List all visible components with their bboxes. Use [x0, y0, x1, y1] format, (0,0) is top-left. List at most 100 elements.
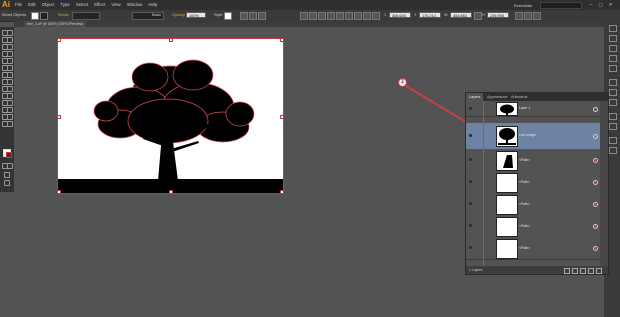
path-name[interactable]: <Path>	[519, 202, 530, 206]
selection-handle[interactable]	[169, 38, 173, 42]
opacity-field[interactable]: 100%	[186, 12, 206, 18]
path-row[interactable]: <Path>	[466, 237, 600, 260]
target-icon[interactable]	[593, 134, 598, 139]
y-field[interactable]: 176.213 mm	[419, 12, 441, 24]
menu-view[interactable]: View	[111, 0, 120, 10]
artboard[interactable]	[57, 38, 284, 194]
menu-help[interactable]: Help	[148, 0, 157, 10]
direct-selection-tool-icon[interactable]	[7, 30, 13, 36]
menu-window[interactable]: Window	[127, 0, 143, 10]
eraser-tool-icon[interactable]	[7, 65, 13, 71]
h-field[interactable]: 239.998 mm	[487, 12, 509, 24]
x-field[interactable]: 306.645 mm	[389, 12, 411, 24]
tab-artboards[interactable]: Artboards	[508, 93, 530, 101]
path-row[interactable]: <Path>	[466, 193, 600, 216]
graphic-styles-panel-icon[interactable]	[609, 123, 617, 130]
path-name[interactable]: <Path>	[519, 158, 530, 162]
layer-name[interactable]: Layer 1	[519, 106, 530, 110]
zoom-tool-icon[interactable]	[7, 121, 13, 127]
stroke-weight-field[interactable]	[72, 12, 100, 20]
distribute-icon-8[interactable]	[363, 12, 371, 20]
stroke-label[interactable]: Stroke	[58, 13, 69, 17]
selection-handle[interactable]	[57, 190, 61, 194]
transparency-panel-icon[interactable]	[609, 99, 617, 106]
visibility-eye-icon[interactable]	[469, 134, 472, 137]
color-panel-icon[interactable]	[609, 25, 617, 32]
maximize-button[interactable]: ▢	[599, 2, 603, 8]
distribute-icon-3[interactable]	[318, 12, 326, 20]
tree-silhouette[interactable]	[58, 39, 283, 193]
perspective-grid-tool-icon[interactable]	[7, 86, 13, 92]
blend-tool-icon[interactable]	[7, 100, 13, 106]
gradient-mode-icon[interactable]	[7, 163, 13, 169]
color-guide-panel-icon[interactable]	[609, 35, 617, 42]
free-transform-tool-icon[interactable]	[7, 79, 13, 85]
path-name[interactable]: <Path>	[519, 224, 530, 228]
document-tab[interactable]: tree_1.ai* @ 100% (CMYK/Preview)	[24, 21, 87, 27]
opacity-label[interactable]: Opacity	[172, 13, 185, 17]
slice-tool-icon[interactable]	[7, 114, 13, 120]
screen-mode-icon[interactable]	[4, 180, 10, 186]
isolate-icon[interactable]	[524, 12, 532, 20]
style-swatch[interactable]	[224, 12, 232, 20]
artboards-panel-icon[interactable]	[609, 147, 617, 154]
path-row[interactable]: <Path>	[466, 215, 600, 238]
distribute-icon-9[interactable]	[372, 12, 380, 20]
visibility-eye-icon[interactable]	[469, 224, 472, 227]
layers-panel-icon[interactable]	[609, 137, 617, 144]
w-field[interactable]: 453.683 mm	[450, 12, 472, 24]
brushes-panel-icon[interactable]	[609, 55, 617, 62]
gradient-panel-icon[interactable]	[609, 89, 617, 96]
menu-effect[interactable]: Effect	[94, 0, 105, 10]
selection-handle[interactable]	[57, 115, 61, 119]
selection-handle[interactable]	[280, 190, 284, 194]
link-icon[interactable]	[474, 12, 482, 20]
menu-edit[interactable]: Edit	[28, 0, 36, 10]
selection-handle[interactable]	[280, 115, 284, 119]
distribute-icon-6[interactable]	[345, 12, 353, 20]
make-clipping-mask-icon[interactable]	[572, 268, 578, 274]
layer-row[interactable]: Layer 1	[466, 101, 600, 117]
draw-mode-icon[interactable]	[4, 172, 10, 178]
panel-scrollbar[interactable]	[600, 101, 608, 266]
stroke-color-icon[interactable]	[6, 152, 12, 158]
menu-select[interactable]: Select	[76, 0, 88, 10]
panel-menu-icon[interactable]	[533, 12, 541, 20]
new-layer-icon[interactable]	[588, 268, 594, 274]
appearance-panel-icon[interactable]	[609, 113, 617, 120]
minimize-button[interactable]: –	[590, 2, 593, 8]
search-input[interactable]	[540, 2, 582, 9]
path-row[interactable]: <Path>	[466, 171, 600, 194]
lasso-tool-icon[interactable]	[7, 37, 13, 43]
graph-tool-icon[interactable]	[7, 107, 13, 113]
visibility-eye-icon[interactable]	[469, 107, 472, 110]
align-center-icon[interactable]	[249, 12, 257, 20]
align-left-icon[interactable]	[240, 12, 248, 20]
pencil-tool-icon[interactable]	[7, 58, 13, 64]
tab-appearance[interactable]: Appearance	[484, 93, 510, 101]
align-right-icon[interactable]	[258, 12, 266, 20]
transform-icon[interactable]	[515, 12, 523, 20]
visibility-eye-icon[interactable]	[469, 180, 472, 183]
selection-handle[interactable]	[169, 190, 173, 194]
menu-file[interactable]: File	[15, 0, 22, 10]
type-tool-icon[interactable]	[7, 44, 13, 50]
brush-label[interactable]: Basic	[152, 13, 161, 17]
menu-type[interactable]: Type	[60, 0, 70, 10]
symbols-panel-icon[interactable]	[609, 65, 617, 72]
distribute-icon-4[interactable]	[327, 12, 335, 20]
visibility-eye-icon[interactable]	[469, 246, 472, 249]
selection-handle[interactable]	[57, 38, 61, 42]
close-button[interactable]: ✕	[609, 2, 613, 8]
swatches-panel-icon[interactable]	[609, 45, 617, 52]
path-name[interactable]: <Path>	[519, 180, 530, 184]
locate-object-icon[interactable]	[564, 268, 570, 274]
workspace-switcher[interactable]: Essentials	[514, 3, 532, 8]
distribute-icon-7[interactable]	[354, 12, 362, 20]
distribute-icon[interactable]	[300, 12, 308, 20]
scale-tool-icon[interactable]	[7, 72, 13, 78]
delete-layer-icon[interactable]	[596, 268, 602, 274]
gradient-tool-icon[interactable]	[7, 93, 13, 99]
stroke-swatch[interactable]	[40, 12, 48, 20]
path-row[interactable]: <Path>	[466, 149, 600, 172]
